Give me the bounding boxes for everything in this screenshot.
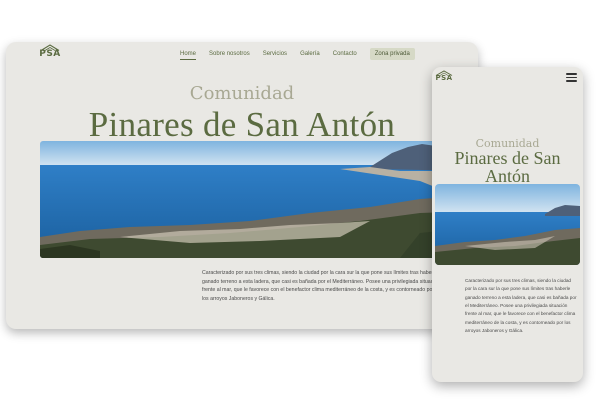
nav-item-galeria[interactable]: Galería [300, 49, 320, 59]
description-text: Caracterizado por sus tres climas, siend… [202, 270, 441, 302]
private-zone-button[interactable]: Zona privada [369, 48, 415, 60]
hero-title: Pinares de San Antón [88, 105, 396, 144]
nav-item-servicios[interactable]: Servicios [263, 49, 287, 59]
mobile-mockup: PSA Comunidad Pinares de San Antón Carac… [432, 67, 583, 382]
desktop-mockup: PSA Home Sobre nosotros Servicios Galerí… [6, 42, 478, 329]
nav-item-contacto[interactable]: Contacto [333, 49, 357, 59]
site-logo[interactable]: PSA [38, 44, 62, 59]
hamburger-menu-icon[interactable] [566, 73, 577, 84]
nav-item-home[interactable]: Home [180, 49, 197, 60]
mobile-site-logo[interactable]: PSA [434, 70, 454, 82]
hero-photo [40, 141, 478, 258]
nav-item-sobre-nosotros[interactable]: Sobre nosotros [209, 49, 250, 59]
logo-text: PSA [39, 49, 61, 59]
mobile-logo-text: PSA [435, 74, 453, 82]
mobile-hero-photo [435, 184, 580, 265]
mobile-description-text: Caracterizado por sus tres climas, siend… [465, 277, 577, 334]
main-nav: Home Sobre nosotros Servicios Galería Co… [180, 48, 415, 60]
mobile-hero-title: Pinares de San Antón [454, 148, 561, 186]
hero-subtitle: Comunidad [189, 83, 295, 104]
